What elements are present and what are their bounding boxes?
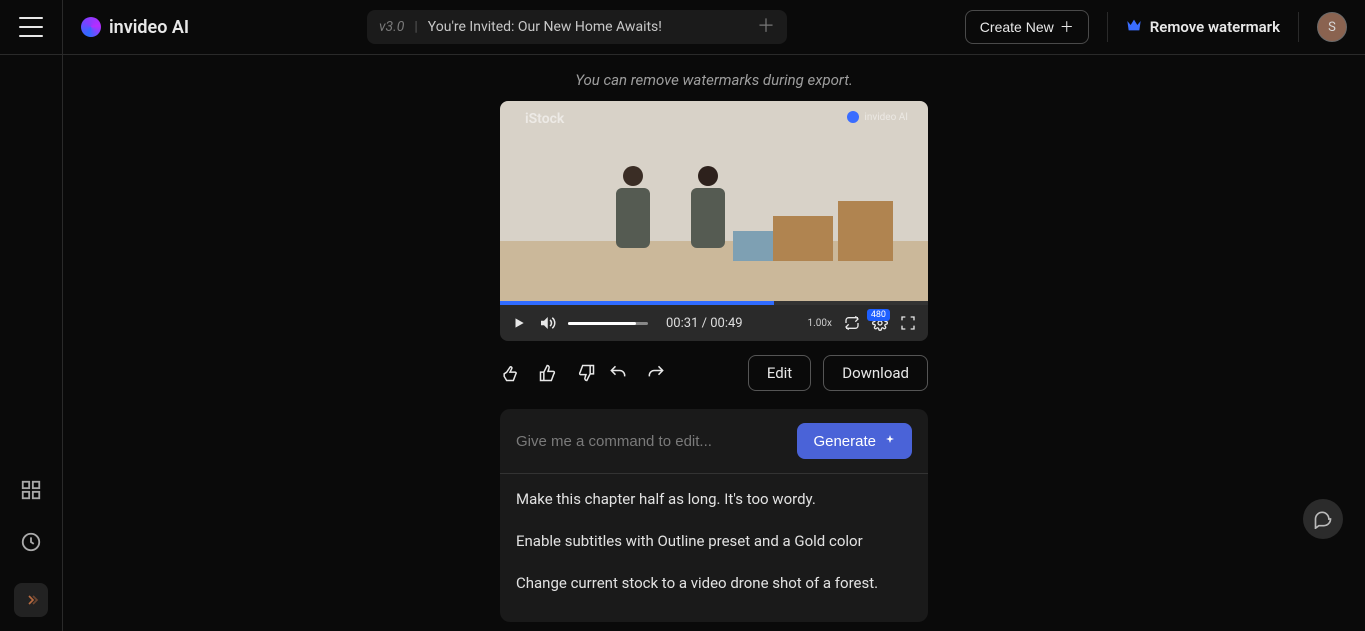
divider xyxy=(500,473,928,474)
clap-icon[interactable] xyxy=(500,363,520,383)
history-group xyxy=(608,363,666,383)
plus-icon[interactable]: ＋ xyxy=(757,18,775,36)
feedback-group xyxy=(500,363,596,383)
brand-watermark: invideo AI xyxy=(847,111,908,123)
generate-label: Generate xyxy=(813,433,876,450)
fullscreen-icon[interactable] xyxy=(900,315,916,331)
suggestion-item[interactable]: Enable subtitles with Outline preset and… xyxy=(516,520,912,562)
time-display: 00:31 / 00:49 xyxy=(666,316,743,331)
expand-sidebar-button[interactable] xyxy=(14,583,48,617)
video-player: iStock invideo AI 00:31 / 00:49 1.00x xyxy=(500,101,928,341)
progress-bar[interactable] xyxy=(500,301,928,305)
version-label: v3.0 xyxy=(379,19,404,35)
thumbs-up-icon[interactable] xyxy=(538,363,558,383)
redo-icon[interactable] xyxy=(646,363,666,383)
play-icon[interactable] xyxy=(512,316,526,330)
speed-label[interactable]: 1.00x xyxy=(808,318,832,329)
remove-watermark-label: Remove watermark xyxy=(1150,18,1280,36)
brand[interactable]: invideo AI xyxy=(81,17,189,38)
player-controls: 00:31 / 00:49 1.00x 480 xyxy=(500,305,928,341)
project-title-pill[interactable]: v3.0 | You're Invited: Our New Home Awai… xyxy=(367,10,787,44)
prompt-panel: Generate Make this chapter half as long.… xyxy=(500,409,928,622)
app-header: invideo AI v3.0 | You're Invited: Our Ne… xyxy=(0,0,1365,55)
suggestion-item[interactable]: Make this chapter half as long. It's too… xyxy=(516,478,912,520)
edit-button[interactable]: Edit xyxy=(748,355,811,391)
remove-watermark-link[interactable]: Remove watermark xyxy=(1126,18,1280,36)
history-icon[interactable] xyxy=(20,531,42,553)
header-right: Create New ＋ Remove watermark S xyxy=(965,10,1347,44)
suggestion-item[interactable]: Change current stock to a video drone sh… xyxy=(516,562,912,604)
user-avatar[interactable]: S xyxy=(1317,12,1347,42)
volume-slider[interactable] xyxy=(568,322,648,325)
chat-button[interactable] xyxy=(1303,499,1343,539)
main-area: You can remove watermarks during export.… xyxy=(63,55,1365,631)
grid-icon[interactable] xyxy=(20,479,42,501)
project-title: You're Invited: Our New Home Awaits! xyxy=(428,19,662,35)
crown-icon xyxy=(1126,18,1142,36)
download-button[interactable]: Download xyxy=(823,355,928,391)
divider xyxy=(1298,12,1299,42)
generate-button[interactable]: Generate xyxy=(797,423,912,459)
create-new-button[interactable]: Create New ＋ xyxy=(965,10,1089,44)
divider xyxy=(1107,12,1108,42)
plus-icon: ＋ xyxy=(1060,17,1074,37)
header-center: v3.0 | You're Invited: Our New Home Awai… xyxy=(189,10,965,44)
command-input[interactable] xyxy=(516,433,787,450)
video-frame[interactable]: iStock invideo AI xyxy=(500,101,928,301)
brand-logo-icon xyxy=(81,17,101,37)
avatar-initial: S xyxy=(1328,20,1336,35)
sidebar xyxy=(0,55,63,631)
thumbs-down-icon[interactable] xyxy=(576,363,596,383)
settings-icon[interactable]: 480 xyxy=(872,315,888,331)
loop-icon[interactable] xyxy=(844,315,860,331)
volume-icon[interactable] xyxy=(538,314,556,332)
header-left xyxy=(0,0,63,54)
menu-icon[interactable] xyxy=(19,17,43,37)
prompt-top: Generate xyxy=(516,423,912,459)
stock-watermark: iStock xyxy=(525,111,564,127)
title-separator: | xyxy=(414,19,417,35)
brand-text: invideo AI xyxy=(109,17,189,38)
sparkle-icon xyxy=(884,433,896,450)
create-new-label: Create New xyxy=(980,19,1054,35)
undo-icon[interactable] xyxy=(608,363,628,383)
quality-badge: 480 xyxy=(867,309,890,321)
export-note: You can remove watermarks during export. xyxy=(575,71,853,89)
action-row: Edit Download xyxy=(500,355,928,391)
